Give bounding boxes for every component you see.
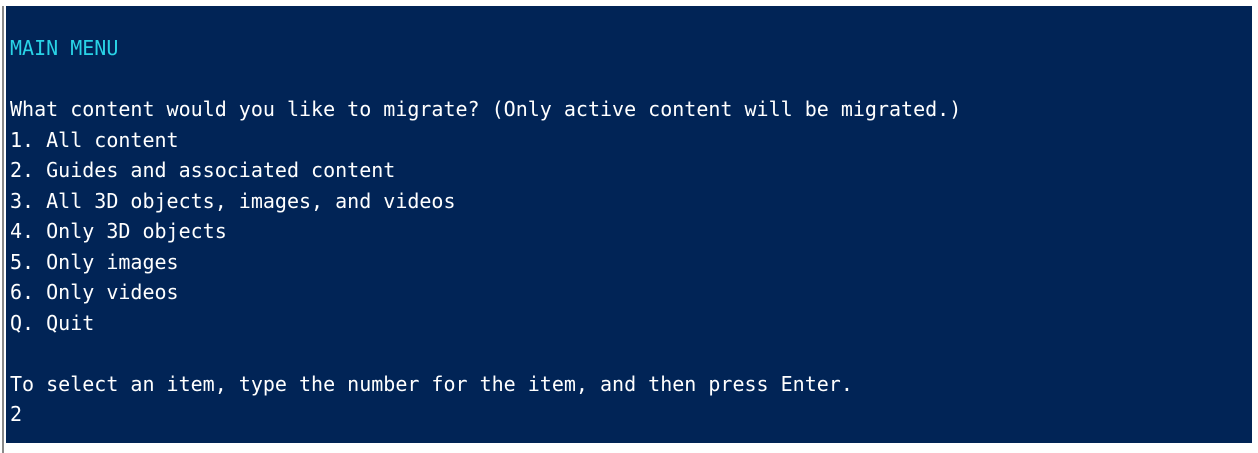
command-input[interactable]: 2 [10, 399, 1252, 430]
menu-option-quit: Q. Quit [10, 310, 95, 335]
left-border [2, 6, 4, 453]
menu-option-2: 2. Guides and associated content [10, 158, 396, 182]
menu-option-6: 6. Only videos [10, 280, 179, 304]
menu-title: MAIN MENU [10, 36, 119, 60]
menu-option-3: 3. All 3D objects, images, and videos [10, 188, 456, 213]
window-frame: MAIN MENU What content would you like to… [0, 0, 1258, 453]
menu-option-4: 4. Only 3D objects [10, 219, 227, 243]
menu-option-1: 1. All content [10, 127, 179, 152]
console-window[interactable]: MAIN MENU What content would you like to… [6, 6, 1252, 443]
prompt-text: What content would you like to migrate? … [10, 97, 962, 121]
instruction-text: To select an item, type the number for t… [10, 371, 853, 396]
menu-option-5: 5. Only images [10, 249, 179, 274]
